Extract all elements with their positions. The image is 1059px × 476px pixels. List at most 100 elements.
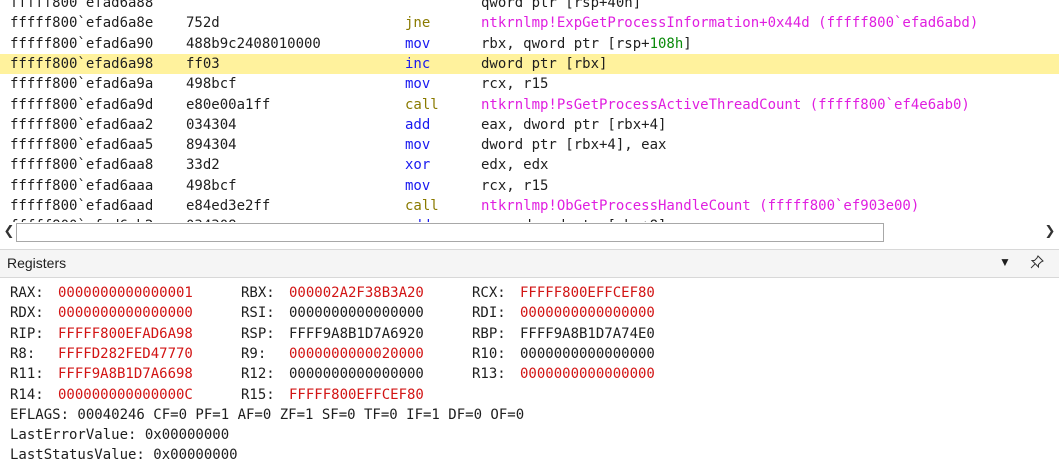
register-value[interactable]: FFFFF800EFFCEF80 — [520, 283, 655, 303]
register-value[interactable]: 0000000000020000 — [289, 344, 424, 364]
horizontal-scrollbar[interactable]: ❮ ❯ — [0, 222, 1059, 242]
disasm-operands: dword ptr [rbx] — [481, 54, 607, 74]
register-name: RBP: — [472, 325, 506, 342]
register-row: R14: 000000000000000C R15: FFFFF800EFFCEF80 — [0, 385, 1059, 405]
register-name: RDX: — [10, 305, 44, 322]
disasm-row[interactable]: fffff800`efad6aa5 894304 mov dword ptr [rbx… — [0, 135, 1059, 155]
register-row: RAX: 0000000000000001 RBX: 000002A2F38B3A20… — [0, 283, 1059, 303]
disasm-row[interactable]: fffff800`efad6aad e84ed3e2ff call ntkrnlmp!… — [0, 196, 1059, 216]
chevron-down-icon[interactable]: ▼ — [999, 255, 1011, 269]
last-error-value-line: LastErrorValue: 0x00000000 — [0, 425, 1059, 445]
register-name: R8: — [10, 345, 36, 362]
register-value[interactable]: 0000000000000000 — [520, 344, 655, 364]
disasm-address: fffff800`efad6aad — [10, 198, 154, 214]
disasm-mnemonic: mov — [405, 137, 431, 154]
disasm-mnemonic: mov — [405, 35, 431, 52]
disasm-address: fffff800`efad6aa2 — [10, 116, 154, 133]
disasm-mnemonic: jne — [405, 15, 431, 32]
disasm-operands: ntkrnlmp!PsGetProcessActiveThreadCount (… — [481, 95, 970, 115]
register-value[interactable]: FFFFD282FED47770 — [58, 344, 193, 364]
disasm-row[interactable]: fffff800`efad6a90 488b9c2408010000 mov rbx,… — [0, 34, 1059, 54]
registers-panel-title: Registers — [7, 255, 67, 271]
registers-panel-header: Registers ▼ — [0, 249, 1059, 278]
register-value[interactable]: 000002A2F38B3A20 — [289, 283, 424, 303]
disasm-bytes: 894304 — [186, 137, 237, 154]
disasm-address: fffff800`efad6a9d — [10, 96, 154, 113]
disasm-symbol-link[interactable]: ntkrnlmp!PsGetProcessActiveThreadCount (… — [481, 97, 970, 113]
disasm-operand-part: dword ptr [rbx] — [481, 55, 608, 72]
register-row: R11: FFFF9A8B1D7A6698 R12: 0000000000000000… — [0, 364, 1059, 384]
disasm-address: fffff800`efad6a98 — [10, 55, 154, 72]
disasm-address: fffff800`efad6a9a — [10, 76, 154, 93]
disasm-bytes: e84ed3e2ff — [186, 198, 271, 214]
register-value[interactable]: 0000000000000000 — [289, 303, 424, 323]
register-name: RSI: — [241, 305, 275, 322]
pin-icon-svg — [1030, 255, 1044, 269]
disasm-symbol-link[interactable]: ntkrnlmp!ExpGetProcessInformation+0x44d … — [481, 15, 978, 31]
register-value[interactable]: FFFF9A8B1D7A74E0 — [520, 324, 655, 344]
disasm-operand-part: rbx, qword ptr [rsp+ — [481, 35, 650, 52]
registers-list: RAX: 0000000000000001 RBX: 000002A2F38B3A20… — [0, 283, 1059, 473]
disasm-operand-part: qword ptr [rsp+40h] — [481, 0, 642, 11]
register-name: R10: — [472, 345, 506, 362]
disasm-address: fffff800`efad6a8e — [10, 15, 154, 32]
disasm-bytes: e80e00a1ff — [186, 96, 271, 113]
disasm-operands: qword ptr [rsp+40h] — [481, 0, 641, 13]
disasm-address: fffff800`efad6a90 — [10, 35, 154, 52]
scrollbar-thumb[interactable] — [16, 223, 884, 242]
disasm-row[interactable]: fffff800`efad6a8e 752d jne ntkrnlmp!ExpGetP… — [0, 13, 1059, 33]
disasm-row[interactable]: fffff800`efad6aaa 498bcf mov rcx, r15 — [0, 176, 1059, 196]
disasm-operand-part: rcx, r15 — [481, 177, 549, 194]
disasm-mnemonic: call — [405, 198, 439, 214]
disasm-row[interactable]: fffff800`efad6a9d e80e00a1ff call ntkrnlmp!… — [0, 95, 1059, 115]
disasm-mnemonic: add — [405, 116, 431, 133]
disasm-operands: ntkrnlmp!ExpGetProcessInformation+0x44d … — [481, 13, 978, 33]
disassembly-pane[interactable]: fffff800`efad6a88 qword ptr [rsp+40h] ffff… — [0, 0, 1059, 222]
register-name: RIP: — [10, 325, 44, 342]
disasm-bytes: 33d2 — [186, 157, 220, 174]
register-name: RSP: — [241, 325, 275, 342]
register-value[interactable]: FFFF9A8B1D7A6698 — [58, 364, 193, 384]
disasm-address: fffff800`efad6a88 — [10, 0, 154, 11]
disasm-row[interactable]: fffff800`efad6a9a 498bcf mov rcx, r15 — [0, 74, 1059, 94]
disasm-row-current[interactable]: fffff800`efad6a98 ff03 inc dword ptr [rbx] — [0, 53, 1059, 74]
disasm-address: fffff800`efad6aa5 — [10, 137, 154, 154]
register-row: RIP: FFFFF800EFAD6A98 RSP: FFFF9A8B1D7A6920… — [0, 324, 1059, 344]
disasm-address: fffff800`efad6aaa — [10, 177, 154, 194]
eflags-line-text: EFLAGS: 00040246 CF=0 PF=1 AF=0 ZF=1 SF=… — [10, 406, 525, 423]
disasm-row[interactable]: fffff800`efad6aa2 034304 add eax, dword ptr… — [0, 115, 1059, 135]
disasm-row[interactable]: fffff800`efad6a88 qword ptr [rsp+40h] — [0, 0, 1059, 13]
disasm-operands: ntkrnlmp!ObGetProcessHandleCount (fffff8… — [481, 196, 919, 216]
register-value[interactable]: FFFFF800EFFCEF80 — [289, 385, 424, 405]
register-name: R14: — [10, 386, 44, 403]
register-name: RBX: — [241, 285, 275, 301]
disasm-operands: rcx, r15 — [481, 176, 548, 196]
disasm-bytes: 752d — [186, 15, 220, 32]
scroll-right-icon[interactable]: ❯ — [1041, 222, 1059, 242]
disasm-address: fffff800`efad6aa8 — [10, 157, 154, 174]
register-name: R9: — [241, 345, 267, 362]
disasm-mnemonic: xor — [405, 157, 431, 174]
register-value[interactable]: 0000000000000000 — [58, 303, 193, 323]
register-value[interactable]: FFFF9A8B1D7A6920 — [289, 324, 424, 344]
register-value[interactable]: 0000000000000000 — [289, 364, 424, 384]
register-value[interactable]: 000000000000000C — [58, 385, 193, 405]
register-value[interactable]: 0000000000000001 — [58, 283, 193, 303]
disasm-row[interactable]: fffff800`efad6aa8 33d2 xor edx, edx — [0, 155, 1059, 175]
register-name: RDI: — [472, 305, 506, 322]
pin-icon[interactable] — [1030, 255, 1044, 272]
register-value[interactable]: 0000000000000000 — [520, 364, 655, 384]
disasm-operand-part: eax, dword ptr [rbx+4] — [481, 116, 667, 133]
disasm-operand-part: ] — [683, 35, 692, 52]
disasm-symbol-link[interactable]: ntkrnlmp!ObGetProcessHandleCount (fffff8… — [481, 198, 919, 214]
disasm-operand-part: 108h — [649, 35, 684, 52]
disasm-operand-part: dword ptr [rbx+4], eax — [481, 137, 667, 154]
register-row: RDX: 0000000000000000 RSI: 0000000000000000… — [0, 303, 1059, 323]
register-row: R8: FFFFD282FED47770 R9: 0000000000020000 R1… — [0, 344, 1059, 364]
register-value[interactable]: FFFFF800EFAD6A98 — [58, 324, 193, 344]
disasm-bytes: 498bcf — [186, 76, 237, 93]
disasm-operands: eax, dword ptr [rbx+4] — [481, 115, 666, 135]
register-name: RCX: — [472, 285, 506, 301]
register-value[interactable]: 0000000000000000 — [520, 303, 655, 323]
disasm-bytes: 488b9c2408010000 — [186, 35, 321, 52]
